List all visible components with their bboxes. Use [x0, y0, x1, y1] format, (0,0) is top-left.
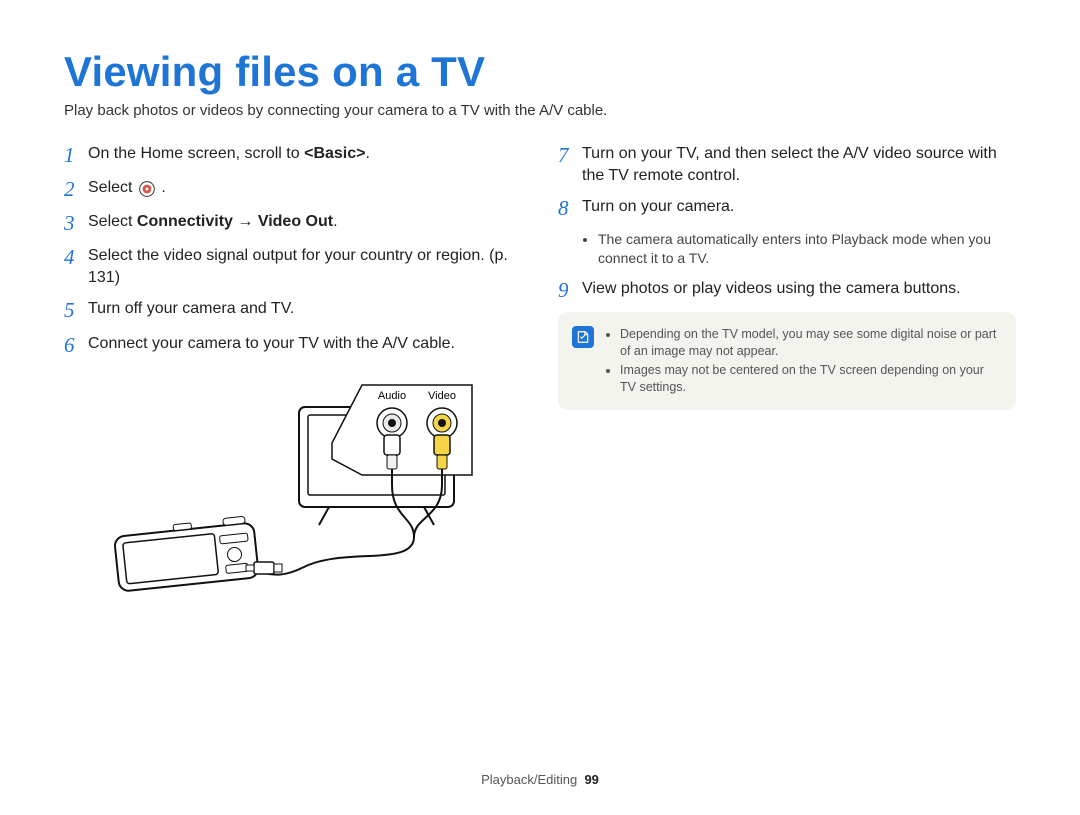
step-item: 9View photos or play videos using the ca… [558, 278, 1016, 302]
left-steps-list: 1On the Home screen, scroll to <Basic>.2… [64, 143, 522, 357]
note-icon [572, 326, 594, 348]
step-item: 8Turn on your camera. [558, 196, 1016, 220]
note-box: Depending on the TV model, you may see s… [558, 312, 1016, 410]
connection-diagram: Audio Video [94, 367, 522, 612]
step-item: 1On the Home screen, scroll to <Basic>. [64, 143, 522, 167]
step-item: 4Select the video signal output for your… [64, 245, 522, 288]
page-footer: Playback/Editing 99 [0, 772, 1080, 787]
step-text: View photos or play videos using the cam… [582, 278, 1016, 300]
manual-page: Viewing files on a TV Play back photos o… [0, 0, 1080, 815]
step-text: Select Connectivity → Video Out. [88, 211, 522, 233]
select-icon [139, 181, 155, 197]
step-item: 3Select Connectivity → Video Out. [64, 211, 522, 235]
step-number: 2 [64, 177, 88, 201]
step-text: On the Home screen, scroll to <Basic>. [88, 143, 522, 165]
step-text: Select . [88, 177, 522, 199]
step-number: 5 [64, 298, 88, 322]
left-column: 1On the Home screen, scroll to <Basic>.2… [64, 137, 522, 612]
note-item: Images may not be centered on the TV scr… [620, 362, 1000, 396]
step-text: Connect your camera to your TV with the … [88, 333, 522, 355]
step-text: Turn on your camera. [582, 196, 1016, 218]
step-text: Turn on your TV, and then select the A/V… [582, 143, 1016, 186]
sub-bullet: The camera automatically enters into Pla… [598, 230, 1016, 268]
audio-label: Audio [378, 390, 406, 402]
footer-section: Playback/Editing [481, 772, 577, 787]
right-column: 7Turn on your TV, and then select the A/… [558, 137, 1016, 612]
step-number: 3 [64, 211, 88, 235]
step-number: 9 [558, 278, 582, 302]
step-number: 7 [558, 143, 582, 167]
video-label: Video [428, 390, 456, 402]
step-number: 6 [64, 333, 88, 357]
note-list: Depending on the TV model, you may see s… [620, 324, 1000, 398]
step-item: 2Select . [64, 177, 522, 201]
step-number: 4 [64, 245, 88, 269]
step-item: 5Turn off your camera and TV. [64, 298, 522, 322]
right-steps-list: 7Turn on your TV, and then select the A/… [558, 143, 1016, 302]
step-text: Select the video signal output for your … [88, 245, 522, 288]
av-panel-callout: Audio Video [332, 385, 472, 485]
camera-icon [113, 515, 282, 591]
step-number: 1 [64, 143, 88, 167]
footer-page-number: 99 [584, 772, 598, 787]
note-item: Depending on the TV model, you may see s… [620, 326, 1000, 360]
step-number: 8 [558, 196, 582, 220]
page-title: Viewing files on a TV [64, 48, 1016, 96]
content-columns: 1On the Home screen, scroll to <Basic>.2… [64, 137, 1016, 612]
step-text: Turn off your camera and TV. [88, 298, 522, 320]
step-sub-bullets: The camera automatically enters into Pla… [598, 230, 1016, 268]
step-item: 7Turn on your TV, and then select the A/… [558, 143, 1016, 186]
page-subtitle: Play back photos or videos by connecting… [64, 102, 1016, 119]
step-item: 6Connect your camera to your TV with the… [64, 333, 522, 357]
